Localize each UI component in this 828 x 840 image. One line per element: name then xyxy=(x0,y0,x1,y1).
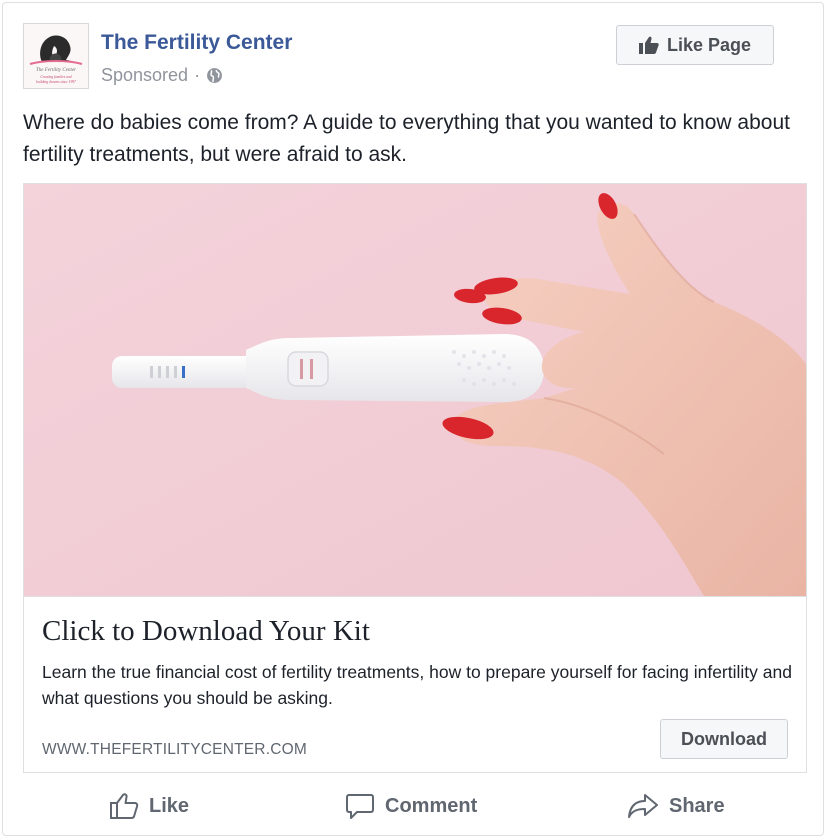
page-avatar[interactable]: The Fertility Center Creating families a… xyxy=(23,23,89,89)
page-name-link[interactable]: The Fertility Center xyxy=(101,31,292,55)
comment-action[interactable]: Comment xyxy=(345,781,477,831)
ad-image[interactable] xyxy=(24,184,806,596)
like-page-label: Like Page xyxy=(666,34,752,55)
like-page-button[interactable]: Like Page xyxy=(616,25,774,65)
attachment-domain: WWW.THEFERTILITYCENTER.COM xyxy=(42,741,307,758)
svg-text:The Fertility Center: The Fertility Center xyxy=(36,68,76,73)
like-action[interactable]: Like xyxy=(109,781,189,831)
post-action-bar: Like Comment Share xyxy=(23,781,807,831)
attachment-details[interactable]: Click to Download Your Kit Learn the tru… xyxy=(24,596,806,772)
comment-label: Comment xyxy=(385,794,478,817)
post-meta: Sponsored · xyxy=(101,65,223,86)
download-button[interactable]: Download xyxy=(660,719,788,759)
share-label: Share xyxy=(669,794,725,817)
meta-separator: · xyxy=(194,65,201,85)
sponsored-label[interactable]: Sponsored xyxy=(101,65,188,86)
post-message: Where do babies come from? A guide to ev… xyxy=(23,111,790,166)
comment-bubble-icon xyxy=(346,794,374,819)
pregnancy-test-in-hand-photo xyxy=(24,184,806,596)
sponsored-post-card: The Fertility Center Creating families a… xyxy=(2,2,824,836)
link-attachment[interactable]: Click to Download Your Kit Learn the tru… xyxy=(23,183,807,773)
fertility-center-logo: The Fertility Center Creating families a… xyxy=(24,24,88,88)
thumbs-up-outline-icon xyxy=(110,793,139,819)
thumbs-up-icon xyxy=(638,36,659,54)
svg-text:Creating families and: Creating families and xyxy=(40,75,71,79)
globe-icon[interactable] xyxy=(206,67,223,84)
svg-text:building dreams since 1997: building dreams since 1997 xyxy=(36,80,76,84)
like-label: Like xyxy=(149,794,190,817)
attachment-headline[interactable]: Click to Download Your Kit xyxy=(42,615,370,648)
attachment-description: Learn the true financial cost of fertili… xyxy=(42,662,792,708)
share-arrow-icon xyxy=(628,794,658,818)
share-action[interactable]: Share xyxy=(627,781,725,831)
